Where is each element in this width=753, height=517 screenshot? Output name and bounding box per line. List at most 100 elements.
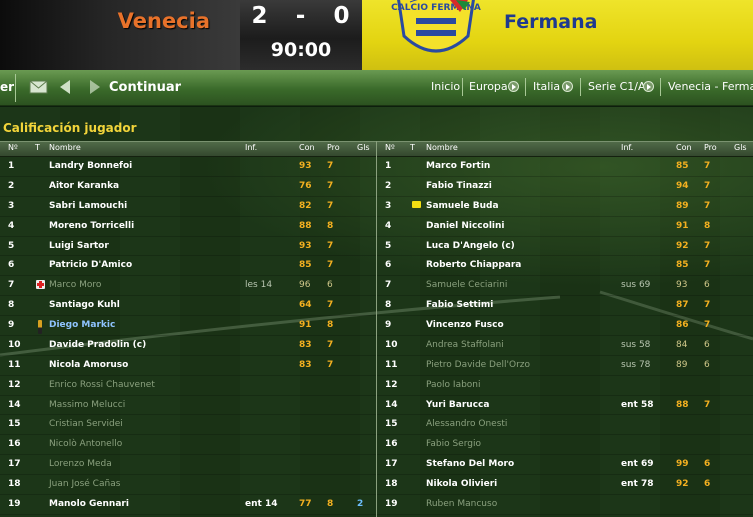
table-row[interactable]: 10 Davide Pradolin (c) 83 7 — [0, 336, 376, 356]
player-rating: 8 — [704, 220, 711, 231]
table-row[interactable]: 16 Nicolò Antonello — [0, 435, 376, 456]
col-name[interactable]: Nombre — [49, 143, 81, 152]
col-gls[interactable]: Gls — [357, 143, 370, 152]
table-row[interactable]: 1 Marco Fortin 85 7 — [377, 157, 753, 177]
player-name: Marco Fortin — [426, 161, 491, 171]
col-t[interactable]: T — [35, 143, 40, 152]
breadcrumb-serie-c1a[interactable]: Serie C1/A — [588, 80, 646, 93]
table-row[interactable]: 18 Nikola Olivieri ent 78 92 6 — [377, 475, 753, 495]
table-row[interactable]: 18 Juan José Cañas — [0, 475, 376, 495]
player-name: Pietro Davide Dell'Orzo — [426, 359, 531, 370]
breadcrumb-dropdown-icon[interactable] — [643, 81, 654, 92]
player-number: 9 — [385, 320, 392, 330]
back-arrow-icon[interactable] — [60, 80, 70, 94]
table-row[interactable]: 5 Luca D'Angelo (c) 92 7 — [377, 237, 753, 257]
table-row[interactable]: 10 Andrea Staffolani sus 58 84 6 — [377, 336, 753, 356]
player-condition: 85 — [299, 260, 312, 271]
player-number: 4 — [8, 220, 15, 231]
table-row[interactable]: 19 Ruben Mancuso — [377, 495, 753, 515]
col-num[interactable]: Nº — [8, 143, 18, 152]
away-team-panel: CALCIO FERMANA Fermana — [362, 0, 753, 70]
player-condition: 76 — [299, 180, 312, 191]
col-gls[interactable]: Gls — [734, 143, 747, 152]
col-name[interactable]: Nombre — [426, 143, 458, 152]
table-row[interactable]: 15 Alessandro Onesti — [377, 415, 753, 436]
player-condition: 86 — [676, 320, 689, 330]
player-number: 16 — [8, 439, 21, 450]
table-row[interactable]: 16 Fabio Sergio — [377, 435, 753, 456]
player-name: Samuele Buda — [426, 200, 499, 211]
table-row[interactable]: 6 Roberto Chiappara 85 7 — [377, 256, 753, 277]
col-t[interactable]: T — [410, 143, 415, 152]
table-row[interactable]: 5 Luigi Sartor 93 7 — [0, 237, 376, 257]
forward-arrow-icon[interactable] — [90, 80, 100, 94]
table-row[interactable]: 11 Nicola Amoruso 83 7 — [0, 356, 376, 376]
table-row[interactable]: 7 Marco Moro les 14 96 6 — [0, 276, 376, 297]
table-row[interactable]: 6 Patricio D'Amico 85 7 — [0, 256, 376, 277]
table-row[interactable]: 14 Massimo Melucci — [0, 396, 376, 416]
score: 2 - 0 — [240, 3, 362, 29]
player-name: Marco Moro — [49, 280, 102, 291]
nav-partial-label[interactable]: er — [0, 80, 14, 94]
player-rating: 7 — [327, 180, 334, 191]
col-con[interactable]: Con — [299, 143, 315, 152]
home-rows: 1 Landry Bonnefoi 93 7 2 Aitor Karanka 76 7 3 Sab… — [0, 157, 376, 515]
breadcrumb-match[interactable]: Venecia - Fermana — [668, 80, 753, 93]
col-con[interactable]: Con — [676, 143, 692, 152]
player-condition: 94 — [676, 180, 689, 191]
table-row[interactable]: 17 Lorenzo Meda — [0, 455, 376, 475]
player-number: 16 — [385, 439, 398, 450]
table-row[interactable]: 4 Moreno Torricelli 88 8 — [0, 217, 376, 237]
table-row[interactable]: 9 Vincenzo Fusco 86 7 — [377, 316, 753, 336]
breadcrumb-dropdown-icon[interactable] — [562, 81, 573, 92]
player-number: 3 — [385, 200, 392, 211]
table-row[interactable]: 11 Pietro Davide Dell'Orzo sus 78 89 6 — [377, 356, 753, 376]
col-inf[interactable]: Inf. — [621, 143, 633, 152]
table-row[interactable]: 12 Enrico Rossi Chauvenet — [0, 376, 376, 396]
player-name: Fabio Tinazzi — [426, 180, 492, 191]
table-header: Nº T Nombre Inf. Con Pro Gls — [0, 141, 376, 157]
breadcrumb-inicio[interactable]: Inicio — [431, 80, 460, 93]
table-row[interactable]: 2 Aitor Karanka 76 7 — [0, 177, 376, 197]
table-row[interactable]: 15 Cristian Servidei — [0, 415, 376, 436]
player-condition: 84 — [676, 339, 688, 350]
table-row[interactable]: 3 Sabri Lamouchi 82 7 — [0, 197, 376, 217]
col-inf[interactable]: Inf. — [245, 143, 257, 152]
table-row[interactable]: 17 Stefano Del Moro ent 69 99 6 — [377, 455, 753, 475]
player-number: 18 — [385, 479, 398, 489]
away-goals: 0 — [333, 3, 351, 29]
table-row[interactable]: 8 Santiago Kuhl 64 7 — [0, 296, 376, 316]
breadcrumb-divider — [462, 78, 463, 96]
player-condition: 87 — [676, 300, 689, 311]
home-goals: 2 — [251, 3, 269, 29]
breadcrumb-italia[interactable]: Italia — [533, 80, 560, 93]
player-condition: 93 — [676, 280, 688, 291]
player-rating: 7 — [327, 200, 334, 211]
player-name: Cristian Servidei — [49, 419, 123, 430]
player-number: 15 — [385, 419, 398, 430]
player-condition: 88 — [299, 220, 312, 231]
player-condition: 89 — [676, 200, 689, 211]
table-row[interactable]: 4 Daniel Niccolini 91 8 — [377, 217, 753, 237]
continue-button[interactable]: Continuar — [109, 80, 181, 95]
table-row[interactable]: 19 Manolo Gennari ent 14 77 8 2 — [0, 495, 376, 515]
col-pro[interactable]: Pro — [327, 143, 340, 152]
table-row[interactable]: 12 Paolo Iaboni — [377, 376, 753, 396]
breadcrumb-dropdown-icon[interactable] — [508, 81, 519, 92]
score-separator: - — [295, 3, 307, 29]
breadcrumb-europa[interactable]: Europa — [469, 80, 508, 93]
table-row[interactable]: 14 Yuri Barucca ent 58 88 7 — [377, 396, 753, 416]
table-row[interactable]: 2 Fabio Tinazzi 94 7 — [377, 177, 753, 197]
table-row[interactable]: 8 Fabio Settimi 87 7 — [377, 296, 753, 316]
table-row[interactable]: 1 Landry Bonnefoi 93 7 — [0, 157, 376, 177]
player-name: Juan José Cañas — [49, 479, 121, 489]
away-ratings-table: Nº T Nombre Inf. Con Pro Gls 1 Marco Fort… — [377, 141, 753, 517]
table-row[interactable]: 7 Samuele Ceciarini sus 69 93 6 — [377, 276, 753, 297]
player-rating: 7 — [704, 320, 711, 330]
player-rating: 7 — [327, 260, 334, 271]
col-pro[interactable]: Pro — [704, 143, 717, 152]
col-num[interactable]: Nº — [385, 143, 395, 152]
mail-icon[interactable] — [29, 78, 48, 95]
table-row[interactable]: 3 Samuele Buda 89 7 — [377, 197, 753, 217]
table-row[interactable]: 9 Diego Markic 91 8 — [0, 316, 376, 336]
